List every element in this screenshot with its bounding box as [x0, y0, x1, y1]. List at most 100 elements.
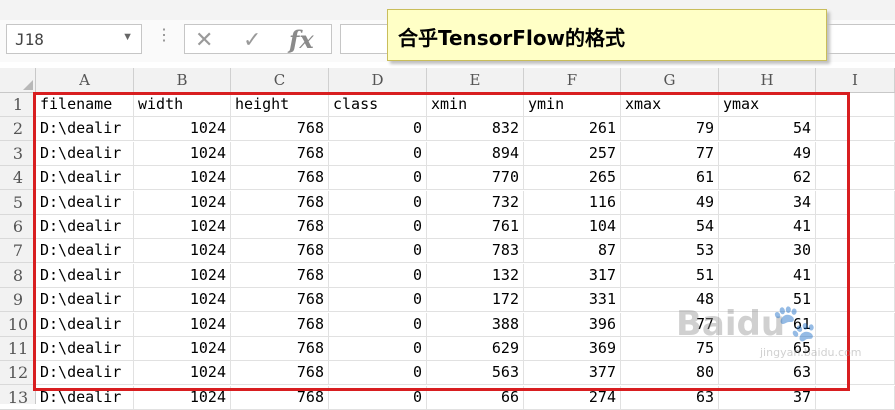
cell-c2[interactable]: 768	[231, 117, 329, 142]
cell-i4[interactable]	[816, 166, 895, 191]
cell-f6[interactable]: 104	[524, 215, 621, 239]
cell-h12[interactable]: 63	[719, 361, 816, 386]
cell-h9[interactable]: 51	[719, 288, 816, 313]
cell-c12[interactable]: 768	[231, 361, 329, 386]
cell-d13[interactable]: 0	[329, 385, 427, 410]
cell-a10[interactable]: D:\dealir	[36, 312, 134, 337]
cell-f10[interactable]: 396	[524, 312, 621, 337]
cell-f4[interactable]: 265	[524, 166, 621, 191]
cell-i7[interactable]	[816, 239, 895, 264]
cell-b8[interactable]: 1024	[134, 263, 231, 288]
cell-i6[interactable]	[816, 215, 895, 239]
cell-a2[interactable]: D:\dealir	[36, 117, 134, 142]
cell-f1[interactable]: ymin	[524, 93, 621, 117]
cancel-icon[interactable]: ✕	[195, 27, 213, 53]
row-header-6[interactable]: 6	[0, 215, 36, 239]
column-header-c[interactable]: C	[231, 68, 329, 92]
cell-i11[interactable]	[816, 337, 895, 361]
cell-d5[interactable]: 0	[329, 190, 427, 215]
cell-b12[interactable]: 1024	[134, 361, 231, 386]
cell-d1[interactable]: class	[329, 93, 427, 117]
cell-f3[interactable]: 257	[524, 141, 621, 166]
cell-c9[interactable]: 768	[231, 288, 329, 313]
cell-b10[interactable]: 1024	[134, 312, 231, 337]
cell-e8[interactable]: 132	[427, 263, 524, 288]
cell-d10[interactable]: 0	[329, 312, 427, 337]
cell-h1[interactable]: ymax	[719, 93, 816, 117]
cell-a6[interactable]: D:\dealir	[36, 215, 134, 239]
column-header-g[interactable]: G	[621, 68, 719, 92]
cell-i2[interactable]	[816, 117, 895, 142]
cell-g1[interactable]: xmax	[621, 93, 719, 117]
row-header-10[interactable]: 10	[0, 313, 36, 337]
cell-b4[interactable]: 1024	[134, 166, 231, 191]
cell-c8[interactable]: 768	[231, 263, 329, 288]
cell-i10[interactable]	[816, 312, 895, 337]
cell-e10[interactable]: 388	[427, 312, 524, 337]
cell-i3[interactable]	[816, 141, 895, 166]
cell-e6[interactable]: 761	[427, 215, 524, 239]
column-header-d[interactable]: D	[329, 68, 427, 92]
cell-h3[interactable]: 49	[719, 141, 816, 166]
cell-h5[interactable]: 34	[719, 190, 816, 215]
row-header-2[interactable]: 2	[0, 117, 36, 142]
select-all-corner[interactable]	[0, 68, 36, 92]
row-header-5[interactable]: 5	[0, 191, 36, 215]
cell-b11[interactable]: 1024	[134, 337, 231, 361]
cell-g11[interactable]: 75	[621, 337, 719, 361]
row-header-4[interactable]: 4	[0, 166, 36, 191]
cell-h7[interactable]: 30	[719, 239, 816, 264]
cell-d11[interactable]: 0	[329, 337, 427, 361]
cell-d6[interactable]: 0	[329, 215, 427, 239]
row-header-12[interactable]: 12	[0, 361, 36, 386]
cell-i12[interactable]	[816, 361, 895, 386]
cell-b3[interactable]: 1024	[134, 141, 231, 166]
cell-h10[interactable]: 61	[719, 312, 816, 337]
enter-icon[interactable]: ✓	[243, 27, 261, 53]
cell-d7[interactable]: 0	[329, 239, 427, 264]
cell-b13[interactable]: 1024	[134, 385, 231, 410]
cell-e9[interactable]: 172	[427, 288, 524, 313]
cell-g10[interactable]: 77	[621, 312, 719, 337]
cell-d4[interactable]: 0	[329, 166, 427, 191]
cell-d8[interactable]: 0	[329, 263, 427, 288]
cell-h4[interactable]: 62	[719, 166, 816, 191]
cell-e5[interactable]: 732	[427, 190, 524, 215]
cell-g2[interactable]: 79	[621, 117, 719, 142]
cell-i13[interactable]	[816, 385, 895, 410]
row-header-11[interactable]: 11	[0, 337, 36, 361]
column-header-e[interactable]: E	[427, 68, 524, 92]
cell-c13[interactable]: 768	[231, 385, 329, 410]
cell-a4[interactable]: D:\dealir	[36, 166, 134, 191]
cell-i9[interactable]	[816, 288, 895, 313]
cell-i1[interactable]	[816, 93, 895, 117]
cell-c6[interactable]: 768	[231, 215, 329, 239]
cell-e3[interactable]: 894	[427, 141, 524, 166]
row-header-8[interactable]: 8	[0, 264, 36, 288]
cell-f2[interactable]: 261	[524, 117, 621, 142]
cell-f12[interactable]: 377	[524, 361, 621, 386]
cell-a12[interactable]: D:\dealir	[36, 361, 134, 386]
column-header-a[interactable]: A	[36, 68, 134, 92]
cell-a8[interactable]: D:\dealir	[36, 263, 134, 288]
cell-g8[interactable]: 51	[621, 263, 719, 288]
cell-h13[interactable]: 37	[719, 385, 816, 410]
cell-g3[interactable]: 77	[621, 141, 719, 166]
cell-d9[interactable]: 0	[329, 288, 427, 313]
cell-a13[interactable]: D:\dealir	[36, 385, 134, 410]
cell-a7[interactable]: D:\dealir	[36, 239, 134, 264]
cell-e12[interactable]: 563	[427, 361, 524, 386]
cell-e7[interactable]: 783	[427, 239, 524, 264]
cell-g12[interactable]: 80	[621, 361, 719, 386]
cell-f5[interactable]: 116	[524, 190, 621, 215]
cell-h6[interactable]: 41	[719, 215, 816, 239]
cell-c1[interactable]: height	[231, 93, 329, 117]
column-header-b[interactable]: B	[134, 68, 231, 92]
cell-b5[interactable]: 1024	[134, 190, 231, 215]
column-header-i[interactable]: I	[816, 68, 895, 92]
cell-g4[interactable]: 61	[621, 166, 719, 191]
cell-f7[interactable]: 87	[524, 239, 621, 264]
cell-d2[interactable]: 0	[329, 117, 427, 142]
name-box[interactable]: J18 ▼	[6, 24, 142, 54]
cell-i8[interactable]	[816, 263, 895, 288]
